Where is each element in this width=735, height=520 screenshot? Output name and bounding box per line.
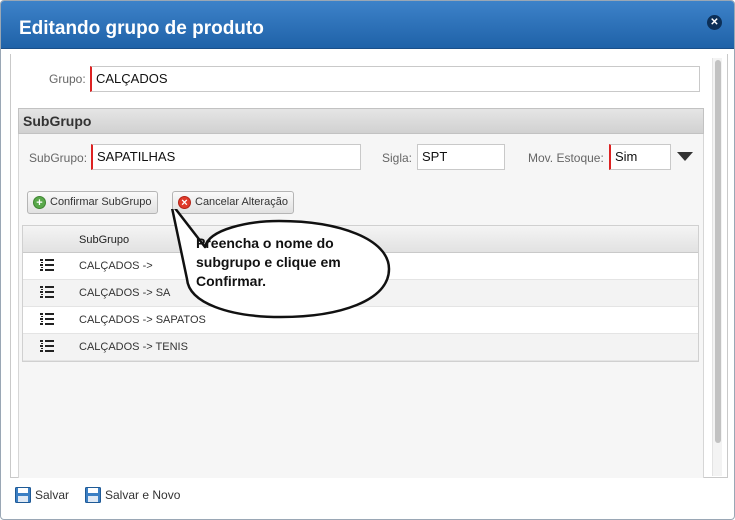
table-row[interactable]: CALÇADOS -> TENIS — [23, 334, 698, 361]
list-icon[interactable] — [39, 339, 55, 355]
row-label: CALÇADOS -> SA — [79, 287, 171, 299]
list-icon[interactable] — [39, 285, 55, 301]
confirm-subgroup-button[interactable]: + Confirmar SubGrupo — [27, 191, 158, 214]
dropdown-arrow-icon[interactable] — [677, 152, 693, 161]
cancel-icon: × — [178, 196, 191, 209]
subgroup-name-input[interactable]: SAPATILHAS — [91, 144, 361, 170]
save-disk-icon — [15, 487, 31, 503]
sigla-label: Sigla: — [382, 151, 413, 165]
confirm-subgroup-label: Confirmar SubGrupo — [50, 196, 152, 208]
save-label: Salvar — [35, 488, 70, 502]
group-label: Grupo: — [49, 72, 86, 86]
row-label: CALÇADOS -> — [79, 260, 153, 272]
edit-group-dialog: Editando grupo de produto ✕ Grupo: CALÇA… — [0, 0, 735, 520]
save-disk-icon — [85, 487, 101, 503]
tooltip-text: Preencha o nome do subgrupo e clique em … — [196, 235, 341, 289]
subgroup-section-header: SubGrupo — [18, 108, 704, 134]
estoque-label: Mov. Estoque: — [528, 151, 604, 165]
dialog-title: Editando grupo de produto — [19, 18, 264, 39]
list-icon[interactable] — [39, 312, 55, 328]
titlebar: Editando grupo de produto ✕ — [1, 1, 734, 49]
subgroup-section-title: SubGrupo — [23, 113, 92, 129]
estoque-select[interactable]: Sim — [609, 144, 671, 170]
grid-column-header[interactable]: SubGrupo — [79, 234, 129, 246]
save-and-new-button[interactable]: Salvar e Novo — [85, 487, 180, 505]
cancel-edit-label: Cancelar Alteração — [195, 196, 288, 208]
subgroup-name-label: SubGrupo: — [29, 151, 88, 165]
scrollbar-thumb[interactable] — [715, 60, 721, 443]
group-input[interactable]: CALÇADOS — [90, 66, 700, 92]
list-icon[interactable] — [39, 258, 55, 274]
plus-icon: + — [33, 196, 46, 209]
close-icon[interactable]: ✕ — [707, 15, 722, 30]
row-label: CALÇADOS -> TENIS — [79, 341, 188, 353]
save-and-new-label: Salvar e Novo — [105, 488, 181, 502]
sigla-input[interactable]: SPT — [417, 144, 505, 170]
save-button[interactable]: Salvar — [15, 487, 69, 505]
vertical-scrollbar[interactable] — [712, 58, 722, 476]
